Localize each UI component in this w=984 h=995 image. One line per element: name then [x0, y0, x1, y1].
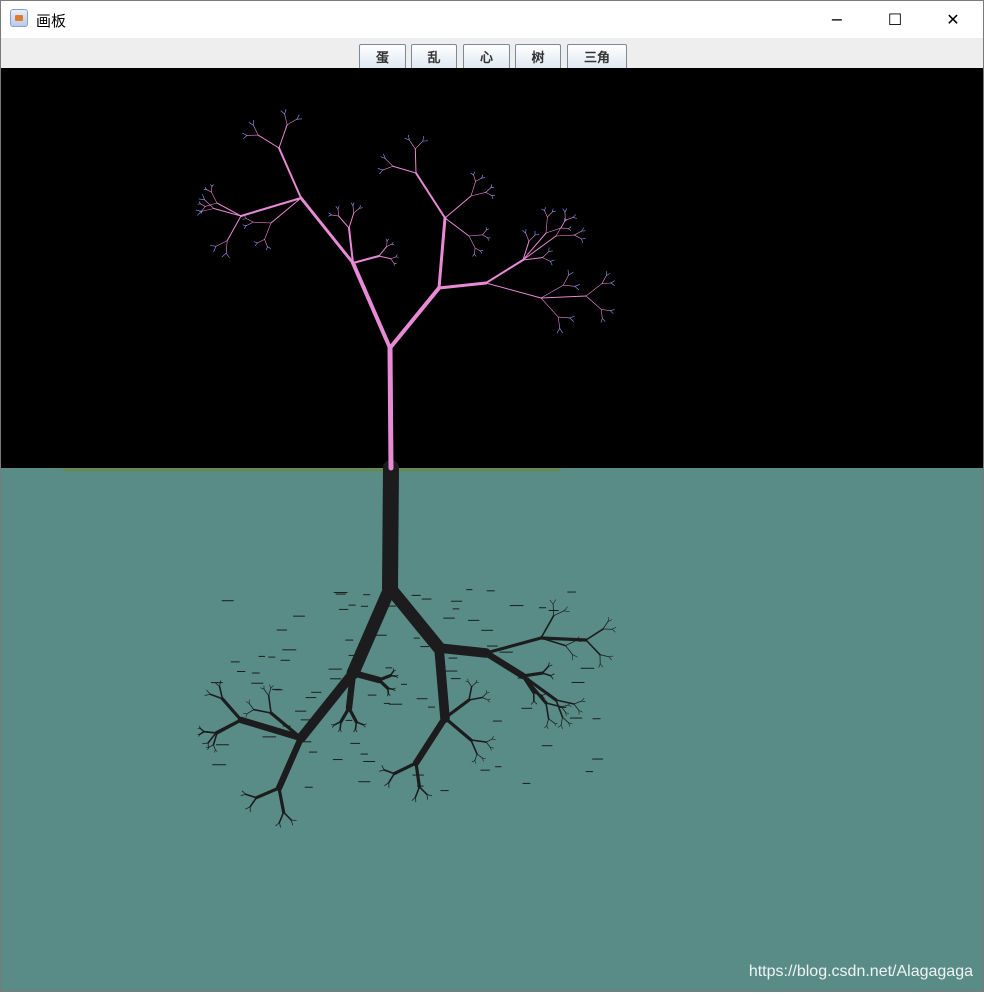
chaos-button[interactable]: 乱 — [411, 44, 457, 68]
maximize-button[interactable]: ☐ — [866, 1, 924, 38]
tree-scene — [1, 68, 983, 991]
window-title: 画板 — [36, 10, 66, 31]
title-bar[interactable]: 画板 − ☐ ✕ — [1, 1, 983, 38]
close-button[interactable]: ✕ — [924, 1, 982, 38]
watermark-text: https://blog.csdn.net/Alagagaga — [749, 963, 973, 981]
app-window: 画板 − ☐ ✕ 蛋 乱 心 树 三角 https://blog.csdn.ne… — [0, 0, 984, 992]
egg-button[interactable]: 蛋 — [359, 44, 406, 68]
tree-branch — [439, 648, 486, 653]
water-surface — [1, 468, 983, 991]
heart-button[interactable]: 心 — [463, 44, 510, 68]
tree-branch — [553, 604, 554, 616]
tree-branch — [439, 648, 445, 718]
tree-branch — [390, 468, 391, 588]
minimize-button[interactable]: − — [808, 1, 866, 38]
tree-button[interactable]: 树 — [515, 44, 561, 68]
night-sky — [1, 68, 983, 468]
tree-branch — [390, 348, 391, 468]
java-app-icon — [10, 9, 28, 27]
tree-branch — [415, 149, 416, 173]
tree-branch — [388, 688, 389, 693]
triangle-button[interactable]: 三角 — [567, 44, 627, 68]
tree-branch — [390, 676, 395, 677]
tree-branch — [355, 722, 356, 729]
tree-branch — [541, 638, 586, 640]
drawing-canvas[interactable]: https://blog.csdn.net/Alagagaga — [1, 68, 983, 991]
tree-branch — [349, 673, 353, 708]
toolbar: 蛋 乱 心 树 三角 — [1, 38, 983, 68]
